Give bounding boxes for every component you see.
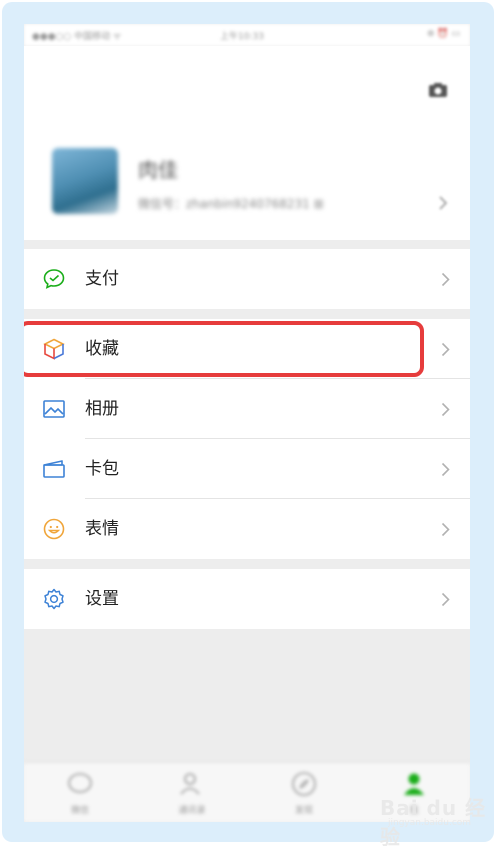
menu-group-pay: 支付 — [24, 249, 470, 309]
highlight-box — [24, 321, 424, 377]
menu-label-settings: 设置 — [85, 589, 119, 609]
phone-screen: ●●●○○ 中国移动 ᯤ 上午10:33 ⊕ ⏰ ▭ 肉佳 微信号：zhanbi… — [24, 24, 470, 822]
avatar[interactable] — [52, 148, 118, 214]
menu-label-stickers: 表情 — [85, 519, 119, 539]
menu-item-settings[interactable]: 设置 — [24, 569, 470, 629]
contacts-icon — [180, 773, 200, 795]
chevron-right-icon — [441, 402, 450, 417]
compass-icon — [292, 772, 316, 796]
status-indicators: ⊕ ⏰ ▭ — [427, 29, 460, 39]
tab-chats[interactable]: 微信 — [50, 771, 110, 816]
carrier-text: ●●●○○ 中国移动 ᯤ — [32, 32, 122, 42]
menu-item-cards[interactable]: 卡包 — [24, 439, 470, 499]
image-icon — [43, 400, 65, 418]
baidu-watermark: Bai du 经验 jingyan.baidu.com — [380, 792, 490, 846]
camera-icon[interactable] — [428, 82, 448, 98]
chevron-right-icon — [441, 592, 450, 607]
tab-discover[interactable]: 发现 — [274, 771, 334, 816]
profile-name: 肉佳 — [138, 158, 178, 182]
menu-group-settings: 设置 — [24, 569, 470, 629]
wechat-id: 微信号：zhanbin9240768231 ⊞ — [138, 197, 324, 211]
wechat-pay-icon — [43, 269, 65, 289]
wallet-icon — [43, 460, 65, 478]
tab-label-contacts: 通讯录 — [178, 806, 206, 816]
chevron-right-icon — [441, 522, 450, 537]
menu-label-pay: 支付 — [85, 269, 119, 289]
status-bar: ●●●○○ 中国移动 ᯤ 上午10:33 ⊕ ⏰ ▭ — [24, 24, 470, 46]
chevron-right-icon — [441, 462, 450, 477]
menu-label-cards: 卡包 — [85, 459, 119, 479]
status-time: 上午10:33 — [220, 32, 264, 42]
chevron-right-icon — [441, 272, 450, 287]
watermark-sub: jingyan.baidu.com — [388, 818, 472, 828]
menu-label-album: 相册 — [85, 399, 119, 419]
chat-bubble-icon — [68, 773, 92, 793]
tab-label-discover: 发现 — [294, 806, 313, 816]
gear-icon — [44, 588, 64, 610]
tab-label-chats: 微信 — [70, 806, 89, 816]
tab-contacts[interactable]: 通讯录 — [162, 771, 222, 816]
menu-item-album[interactable]: 相册 — [24, 379, 470, 439]
chevron-right-icon — [439, 196, 448, 210]
menu-item-stickers[interactable]: 表情 — [24, 499, 470, 559]
menu-item-pay[interactable]: 支付 — [24, 249, 470, 309]
chevron-right-icon — [441, 342, 450, 357]
smiley-icon — [43, 518, 65, 540]
profile-header[interactable]: 肉佳 微信号：zhanbin9240768231 ⊞ — [24, 46, 470, 240]
